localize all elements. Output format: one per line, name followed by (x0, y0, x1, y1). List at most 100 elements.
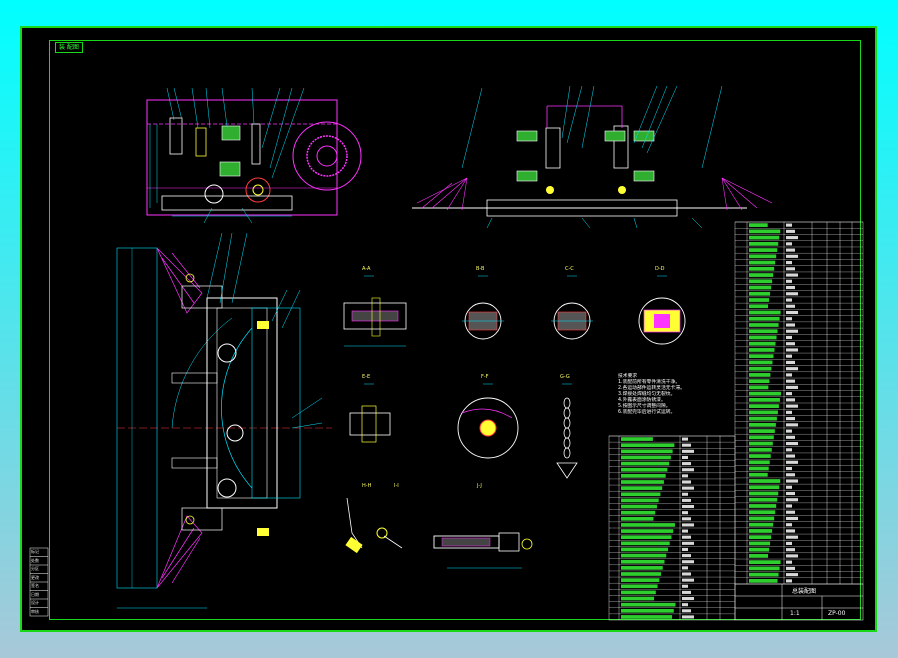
table-cell-text (749, 560, 781, 565)
table-cell-text (786, 473, 795, 477)
table-cell-text (786, 304, 795, 308)
table-cell-text (749, 241, 779, 246)
table-cell-text (749, 379, 770, 384)
table-cell-text (786, 566, 795, 570)
table-cell-text (786, 404, 798, 408)
section-label-i: I-I (394, 483, 399, 489)
table-cell-text (749, 254, 777, 259)
table-cell-text (786, 329, 798, 333)
table-cell-text (749, 485, 780, 490)
table-cell-text (682, 474, 688, 478)
table-cell-text (749, 566, 780, 571)
table-cell-text (786, 460, 798, 464)
table-cell-text (786, 254, 798, 258)
table-cell-text (749, 516, 775, 521)
table-cell-text (682, 578, 694, 582)
table-cell-text (749, 316, 780, 321)
section-label-g: G-G (560, 374, 570, 380)
table-cell-text (682, 597, 694, 601)
table-cell-text (786, 242, 792, 246)
table-cell-text (621, 572, 662, 576)
table-cell-text (749, 310, 781, 315)
title-block-title: 总装配图 (792, 588, 817, 595)
table-cell-text (749, 335, 777, 340)
table-cell-text (682, 517, 691, 521)
table-cell-text (682, 572, 691, 576)
table-cell-text (682, 566, 688, 570)
table-cell-text (786, 573, 798, 577)
table-cell-text (786, 367, 798, 371)
table-cell-text (786, 379, 795, 383)
table-cell-text (682, 584, 688, 588)
table-cell-text (786, 398, 795, 402)
table-cell-text (786, 285, 795, 290)
table-cell-text (682, 535, 691, 539)
table-cell-text (786, 466, 792, 471)
table-cell-text (786, 535, 798, 539)
table-cell-text (682, 560, 694, 564)
table-cell-text (786, 310, 798, 315)
table-cell-text (749, 323, 779, 327)
table-cell-text (786, 385, 798, 389)
table-cell-text (749, 341, 776, 346)
table-cell-text (621, 529, 674, 533)
table-cell-text (621, 437, 653, 441)
table-cell-text (621, 608, 674, 613)
table-cell-text (749, 447, 772, 452)
table-cell-text (786, 417, 795, 421)
table-cell-text (682, 511, 688, 515)
table-cell-text (786, 516, 798, 521)
table-cell-text (749, 491, 779, 496)
table-cell-text (749, 385, 769, 390)
top-right-elevation-view (412, 85, 773, 229)
table-cell-text (786, 442, 798, 446)
table-cell-text (786, 317, 792, 321)
table-cell-text (786, 279, 792, 283)
table-cell-text (621, 443, 675, 448)
table-cell-text (749, 304, 769, 309)
revision-table-labels: 标记 处数 分区 更改 签名 日期 设计 审核 (31, 548, 47, 616)
section-label-j: J-J (477, 483, 482, 489)
table-cell-text (682, 462, 691, 466)
table-cell-text (786, 248, 795, 252)
table-cell-text (682, 529, 688, 533)
top-left-elevation-view (146, 87, 362, 224)
table-cell-text (749, 529, 773, 533)
revision-label: 标记 (31, 549, 39, 554)
table-cell-text (682, 590, 691, 594)
table-cell-text (749, 235, 780, 240)
table-cell-text (749, 454, 771, 458)
table-cell-text (749, 441, 773, 446)
title-block-scale: 1:1 (790, 610, 800, 617)
table-cell-text (786, 335, 792, 340)
table-cell-text (682, 492, 688, 496)
table-cell-text (682, 498, 691, 502)
table-cell-text (682, 468, 694, 472)
title-block-drawing-number: ZP-00 (828, 610, 846, 617)
table-cell-text (749, 354, 774, 359)
table-cell-text (749, 291, 771, 296)
revision-label: 分区 (31, 566, 39, 571)
table-cell-text (621, 461, 670, 466)
drawing-sheet: 装 配图 技术要求 1.装配前所有零件清洗干净。 2.各运动部件运转灵活无卡滞。… (20, 26, 877, 632)
table-cell-text (621, 584, 658, 589)
table-cell-text (682, 486, 694, 490)
table-cell-text (621, 547, 668, 552)
table-cell-text (621, 467, 668, 472)
table-cell-text (621, 474, 666, 478)
table-cell-text (749, 497, 778, 502)
table-cell-text (749, 329, 778, 334)
table-cell-text (749, 541, 771, 546)
table-cell-text (786, 342, 795, 346)
table-cell-text (749, 248, 778, 252)
table-cell-text (682, 437, 688, 441)
table-cell-text (786, 523, 792, 527)
table-cell-text (786, 354, 792, 358)
table-cell-text (749, 422, 776, 427)
table-cell-text (749, 510, 776, 515)
table-cell-text (682, 523, 694, 527)
left-plan-view (116, 232, 332, 609)
table-cell-text (682, 554, 691, 558)
table-cell-text (749, 410, 778, 415)
section-label-b: B-B (476, 266, 485, 272)
